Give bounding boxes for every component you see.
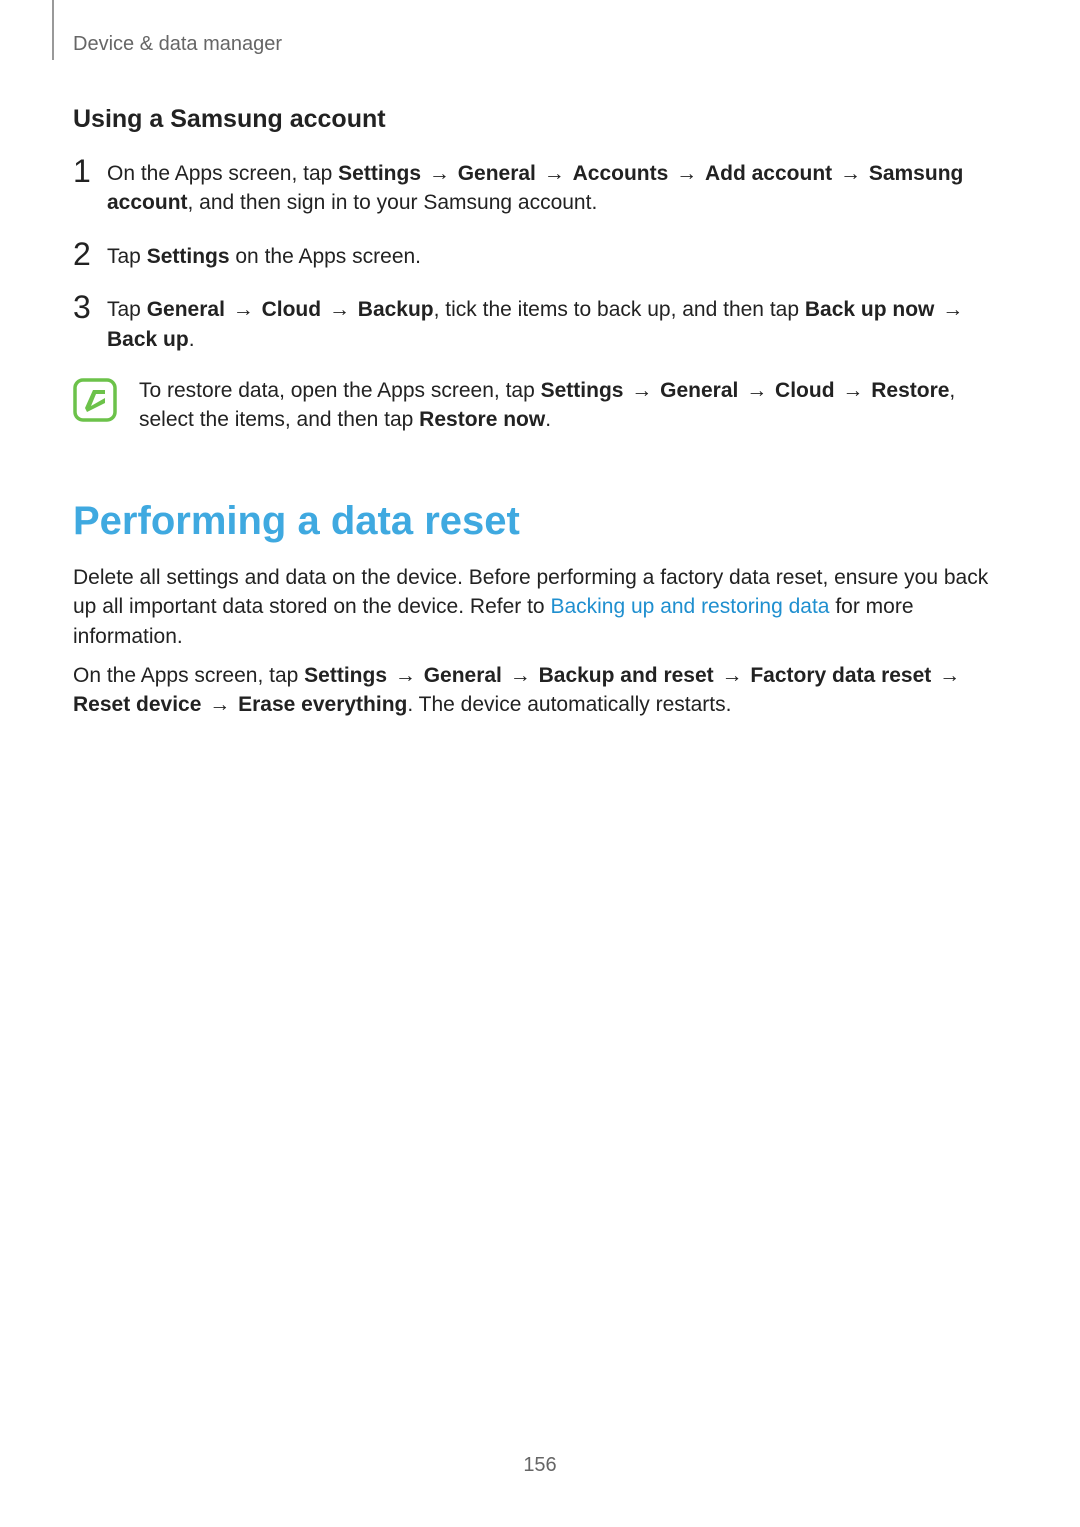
text: Tap: [107, 245, 147, 268]
running-head: Device & data manager: [73, 30, 282, 58]
xref-link[interactable]: Backing up and restoring data: [550, 595, 829, 618]
text: To restore data, open the Apps screen, t…: [139, 379, 541, 402]
path-item: General: [147, 298, 225, 321]
arrow-icon: →: [231, 298, 256, 321]
paragraph-intro: Delete all settings and data on the devi…: [73, 563, 1007, 651]
text: .: [545, 408, 551, 431]
header-rule: [52, 0, 54, 60]
path-item: Erase everything: [238, 693, 407, 716]
path-item: Accounts: [573, 162, 669, 185]
page-number: 156: [0, 1451, 1080, 1479]
path-item: Backup: [358, 298, 434, 321]
text: . The device automatically restarts.: [407, 693, 731, 716]
section-title-data-reset: Performing a data reset: [73, 493, 1007, 549]
path-item: Settings: [338, 162, 421, 185]
arrow-icon: →: [207, 693, 232, 716]
text: On the Apps screen, tap: [107, 162, 338, 185]
steps-list: 1 On the Apps screen, tap Settings → Gen…: [73, 157, 1007, 354]
path-item: Backup and reset: [539, 664, 714, 687]
arrow-icon: →: [940, 298, 965, 321]
arrow-icon: →: [542, 162, 567, 185]
path-item: General: [458, 162, 536, 185]
subheading-samsung-account: Using a Samsung account: [73, 102, 1007, 137]
text: .: [189, 328, 195, 351]
step-3: 3 Tap General → Cloud → Backup, tick the…: [73, 293, 1007, 354]
arrow-icon: →: [508, 664, 533, 687]
path-item: Add account: [705, 162, 832, 185]
arrow-icon: →: [838, 162, 863, 185]
text: , tick the items to back up, and then ta…: [434, 298, 805, 321]
arrow-icon: →: [393, 664, 418, 687]
text: , and then sign in to your Samsung accou…: [188, 191, 598, 214]
text: on the Apps screen.: [230, 245, 421, 268]
arrow-icon: →: [840, 379, 865, 402]
path-item: Factory data reset: [750, 664, 931, 687]
arrow-icon: →: [427, 162, 452, 185]
text: On the Apps screen, tap: [73, 664, 304, 687]
path-item: Settings: [541, 379, 624, 402]
arrow-icon: →: [720, 664, 745, 687]
step-body: Tap General → Cloud → Backup, tick the i…: [107, 293, 1007, 354]
path-item: Back up now: [805, 298, 935, 321]
path-item: Settings: [147, 245, 230, 268]
path-item: Restore: [871, 379, 949, 402]
text: Tap: [107, 298, 147, 321]
step-number: 2: [73, 238, 107, 270]
step-body: Tap Settings on the Apps screen.: [107, 240, 1007, 271]
note-body: To restore data, open the Apps screen, t…: [139, 376, 1007, 435]
arrow-icon: →: [674, 162, 699, 185]
arrow-icon: →: [744, 379, 769, 402]
page-content: Using a Samsung account 1 On the Apps sc…: [73, 90, 1007, 730]
step-1: 1 On the Apps screen, tap Settings → Gen…: [73, 157, 1007, 218]
path-item: Cloud: [262, 298, 321, 321]
arrow-icon: →: [327, 298, 352, 321]
paragraph-procedure: On the Apps screen, tap Settings → Gener…: [73, 661, 1007, 720]
note-block: To restore data, open the Apps screen, t…: [73, 376, 1007, 435]
arrow-icon: →: [937, 664, 962, 687]
note-icon: [73, 378, 117, 422]
path-item: General: [660, 379, 738, 402]
bold-text: Restore now: [419, 408, 545, 431]
path-item: General: [424, 664, 502, 687]
path-item: Settings: [304, 664, 387, 687]
path-item: Back up: [107, 328, 189, 351]
arrow-icon: →: [629, 379, 654, 402]
step-number: 3: [73, 291, 107, 323]
step-number: 1: [73, 155, 107, 187]
step-body: On the Apps screen, tap Settings → Gener…: [107, 157, 1007, 218]
manual-page: Device & data manager Using a Samsung ac…: [0, 0, 1080, 1527]
step-2: 2 Tap Settings on the Apps screen.: [73, 240, 1007, 271]
path-item: Reset device: [73, 693, 201, 716]
path-item: Cloud: [775, 379, 834, 402]
